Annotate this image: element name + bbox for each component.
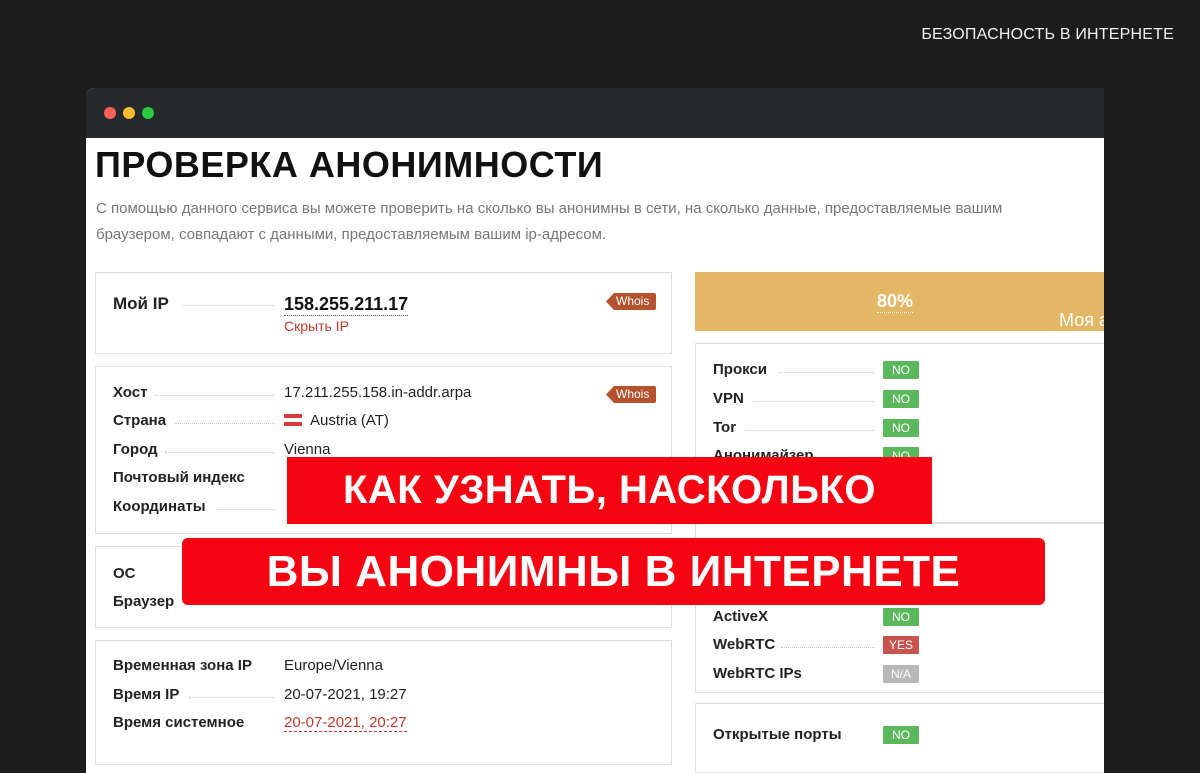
dotted-leader — [753, 401, 875, 402]
check-label: Tor — [713, 419, 737, 436]
check-label: Прокси — [713, 361, 767, 378]
info-row-host: Хост 17.211.255.158.in-addr.arpa — [113, 384, 673, 406]
maximize-window-dot[interactable] — [142, 107, 154, 119]
dotted-leader — [175, 423, 275, 424]
description-line: браузером, совпадают с данными, предоста… — [96, 226, 607, 243]
description-line: С помощью данного сервиса вы можете пров… — [96, 200, 1003, 217]
info-row-timezone: Временная зона IP Europe/Vienna — [113, 657, 673, 679]
dotted-leader — [779, 372, 875, 373]
check-row-ports: Открытые порты NO — [713, 726, 933, 746]
whois-button[interactable]: Whois — [606, 293, 657, 310]
row-label: Браузер — [113, 593, 175, 610]
check-row-activex: ActiveX NO — [713, 608, 933, 628]
row-label: Почтовый индекс — [113, 469, 245, 486]
country-value: Austria (AT) — [310, 412, 389, 429]
dotted-leader — [155, 395, 275, 396]
anonymity-score: Моя анонимность: 80% — [877, 291, 1104, 332]
check-label: VPN — [713, 390, 744, 407]
hide-ip-link[interactable]: Скрыть IP — [284, 318, 349, 334]
check-row-webrtc: WebRTC YES — [713, 636, 933, 656]
info-row-system-time: Время системное 20-07-2021, 20:27 — [113, 714, 673, 736]
status-badge: N/A — [883, 665, 919, 683]
row-value: 20-07-2021, 20:27 — [284, 714, 407, 732]
dotted-leader — [217, 509, 275, 510]
dotted-leader — [781, 647, 875, 648]
row-label: Город — [113, 441, 158, 458]
austria-flag-icon — [284, 414, 302, 426]
status-badge: YES — [883, 636, 919, 654]
row-label: ОС — [113, 565, 136, 582]
dotted-leader — [745, 430, 875, 431]
row-value: Austria (AT) — [284, 412, 389, 429]
page-title: ПРОВЕРКА АНОНИМНОСТИ — [95, 144, 604, 185]
check-row-webrtc-ips: WebRTC IPs N/A — [713, 665, 933, 685]
row-value: 17.211.255.158.in-addr.arpa — [284, 384, 472, 401]
row-value: Europe/Vienna — [284, 657, 383, 674]
window-titlebar — [86, 88, 1104, 138]
headline-line-2: ВЫ АНОНИМНЫ В ИНТЕРНЕТЕ — [182, 538, 1045, 605]
time-panel: Временная зона IP Europe/Vienna Время IP… — [95, 640, 672, 765]
page-description: С помощью данного сервиса вы можете пров… — [96, 196, 1104, 248]
dotted-leader — [189, 697, 275, 698]
ports-panel: Открытые порты NO — [695, 703, 1104, 773]
status-badge: NO — [883, 361, 919, 379]
status-badge: NO — [883, 419, 919, 437]
row-value: Vienna — [284, 441, 331, 458]
status-badge: NO — [883, 390, 919, 408]
status-badge: NO — [883, 726, 919, 744]
anonymity-label: Моя анонимность: — [1059, 310, 1104, 332]
row-label: Страна — [113, 412, 167, 429]
status-badge: NO — [883, 608, 919, 626]
check-label: ActiveX — [713, 608, 769, 625]
dotted-leader — [165, 452, 275, 453]
row-label: Время IP — [113, 686, 180, 703]
anonymity-banner: Моя анонимность: 80% — [695, 272, 1104, 332]
my-ip-label: Мой IP — [113, 294, 169, 313]
check-row-tor: Tor NO — [713, 419, 933, 439]
category-label: БЕЗОПАСНОСТЬ В ИНТЕРНЕТЕ — [921, 26, 1174, 43]
check-label: WebRTC — [713, 636, 776, 653]
dotted-leader — [183, 305, 275, 306]
row-label: Временная зона IP — [113, 657, 252, 674]
row-label: Время системное — [113, 714, 245, 731]
my-ip-panel: Мой IP 158.255.211.17 Скрыть IP Whois — [95, 272, 672, 354]
my-ip-value: 158.255.211.17 — [284, 294, 409, 316]
check-row-proxy: Прокси NO — [713, 361, 933, 381]
info-row-ip-time: Время IP 20-07-2021, 19:27 — [113, 686, 673, 708]
close-window-dot[interactable] — [104, 107, 116, 119]
my-ip-row: Мой IP 158.255.211.17 — [113, 294, 653, 316]
row-label: Хост — [113, 384, 148, 401]
check-row-vpn: VPN NO — [713, 390, 933, 410]
check-label: Открытые порты — [713, 726, 842, 743]
check-label: WebRTC IPs — [713, 665, 802, 682]
row-label: Координаты — [113, 498, 206, 515]
minimize-window-dot[interactable] — [123, 107, 135, 119]
row-value: 20-07-2021, 19:27 — [284, 686, 407, 703]
headline-line-1: КАК УЗНАТЬ, НАСКОЛЬКО — [287, 457, 932, 524]
page-content: ПРОВЕРКА АНОНИМНОСТИ С помощью данного с… — [86, 138, 1104, 773]
browser-window: ПРОВЕРКА АНОНИМНОСТИ С помощью данного с… — [86, 88, 1104, 773]
info-row-country: Страна Austria (AT) — [113, 412, 673, 434]
anonymity-percent: 80% — [877, 291, 914, 311]
